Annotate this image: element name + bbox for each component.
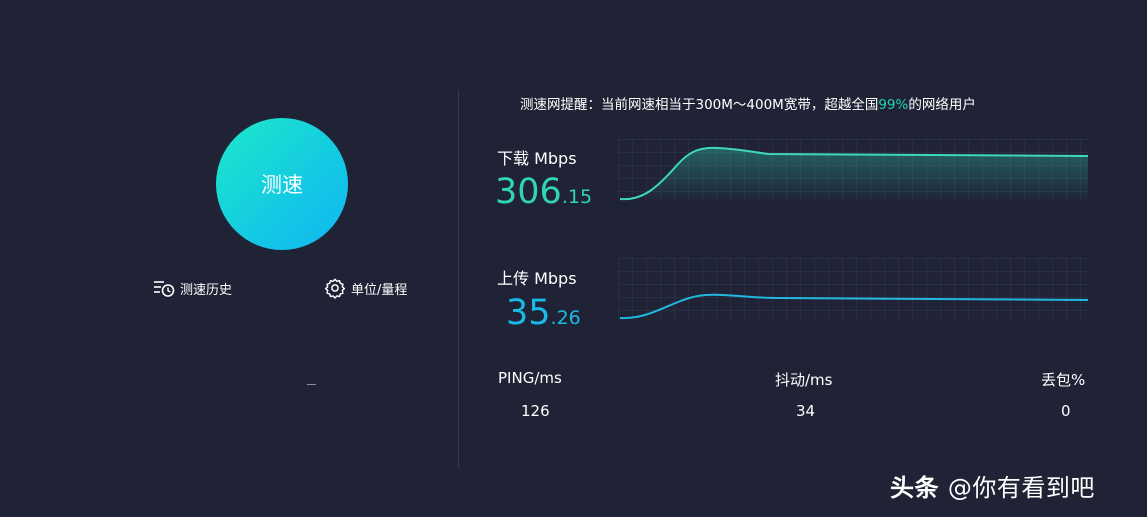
- download-speed-int: 306: [495, 172, 562, 212]
- tip-suffix: 的网络用户: [908, 97, 976, 113]
- packet-loss-value: 0: [1061, 402, 1071, 420]
- start-button-label: 测速: [261, 173, 303, 197]
- jitter-value: 34: [796, 402, 816, 420]
- divider-dash: [307, 384, 316, 385]
- start-speed-test-button[interactable]: 测速: [216, 118, 348, 250]
- ping-value: 126: [521, 402, 550, 420]
- download-speed-dec: .15: [561, 186, 593, 208]
- upload-speed-dec: .26: [550, 307, 581, 329]
- upload-label: 上传 Mbps: [497, 269, 577, 288]
- history-icon: [153, 278, 175, 298]
- jitter-label: 抖动/ms: [775, 371, 833, 389]
- upload-speed-graph: [618, 258, 1090, 320]
- upload-speed: 35.26: [506, 293, 581, 333]
- settings-label: 单位/量程: [351, 282, 408, 298]
- left-panel: 测速 测速历史 单位/量程: [0, 0, 458, 517]
- speed-tip: 测速网提醒：当前网速相当于300M～400M宽带，超越全国99%的网络用户: [520, 93, 976, 113]
- panel-divider: [458, 90, 459, 468]
- download-label: 下载 Mbps: [497, 149, 577, 168]
- packet-loss-label: 丢包%: [1041, 371, 1086, 389]
- history-label: 测速历史: [180, 282, 233, 298]
- tip-percent: 99%: [878, 97, 909, 113]
- upload-graph-grid: [618, 258, 1090, 320]
- test-history-link[interactable]: 测速历史: [153, 276, 232, 300]
- download-speed: 306.15: [495, 172, 592, 212]
- ping-label: PING/ms: [498, 369, 562, 387]
- download-speed-graph: [618, 139, 1090, 201]
- unit-range-settings-link[interactable]: 单位/量程: [324, 276, 407, 300]
- gear-icon: [324, 277, 346, 299]
- watermark-handle: @你有看到吧: [947, 474, 1095, 502]
- upload-speed-int: 35: [506, 293, 551, 333]
- watermark: 头条 @你有看到吧: [890, 468, 1095, 503]
- tip-prefix: 测速网提醒：当前网速相当于300M～400M宽带，超越全国: [520, 97, 879, 113]
- watermark-brand: 头条: [890, 474, 939, 502]
